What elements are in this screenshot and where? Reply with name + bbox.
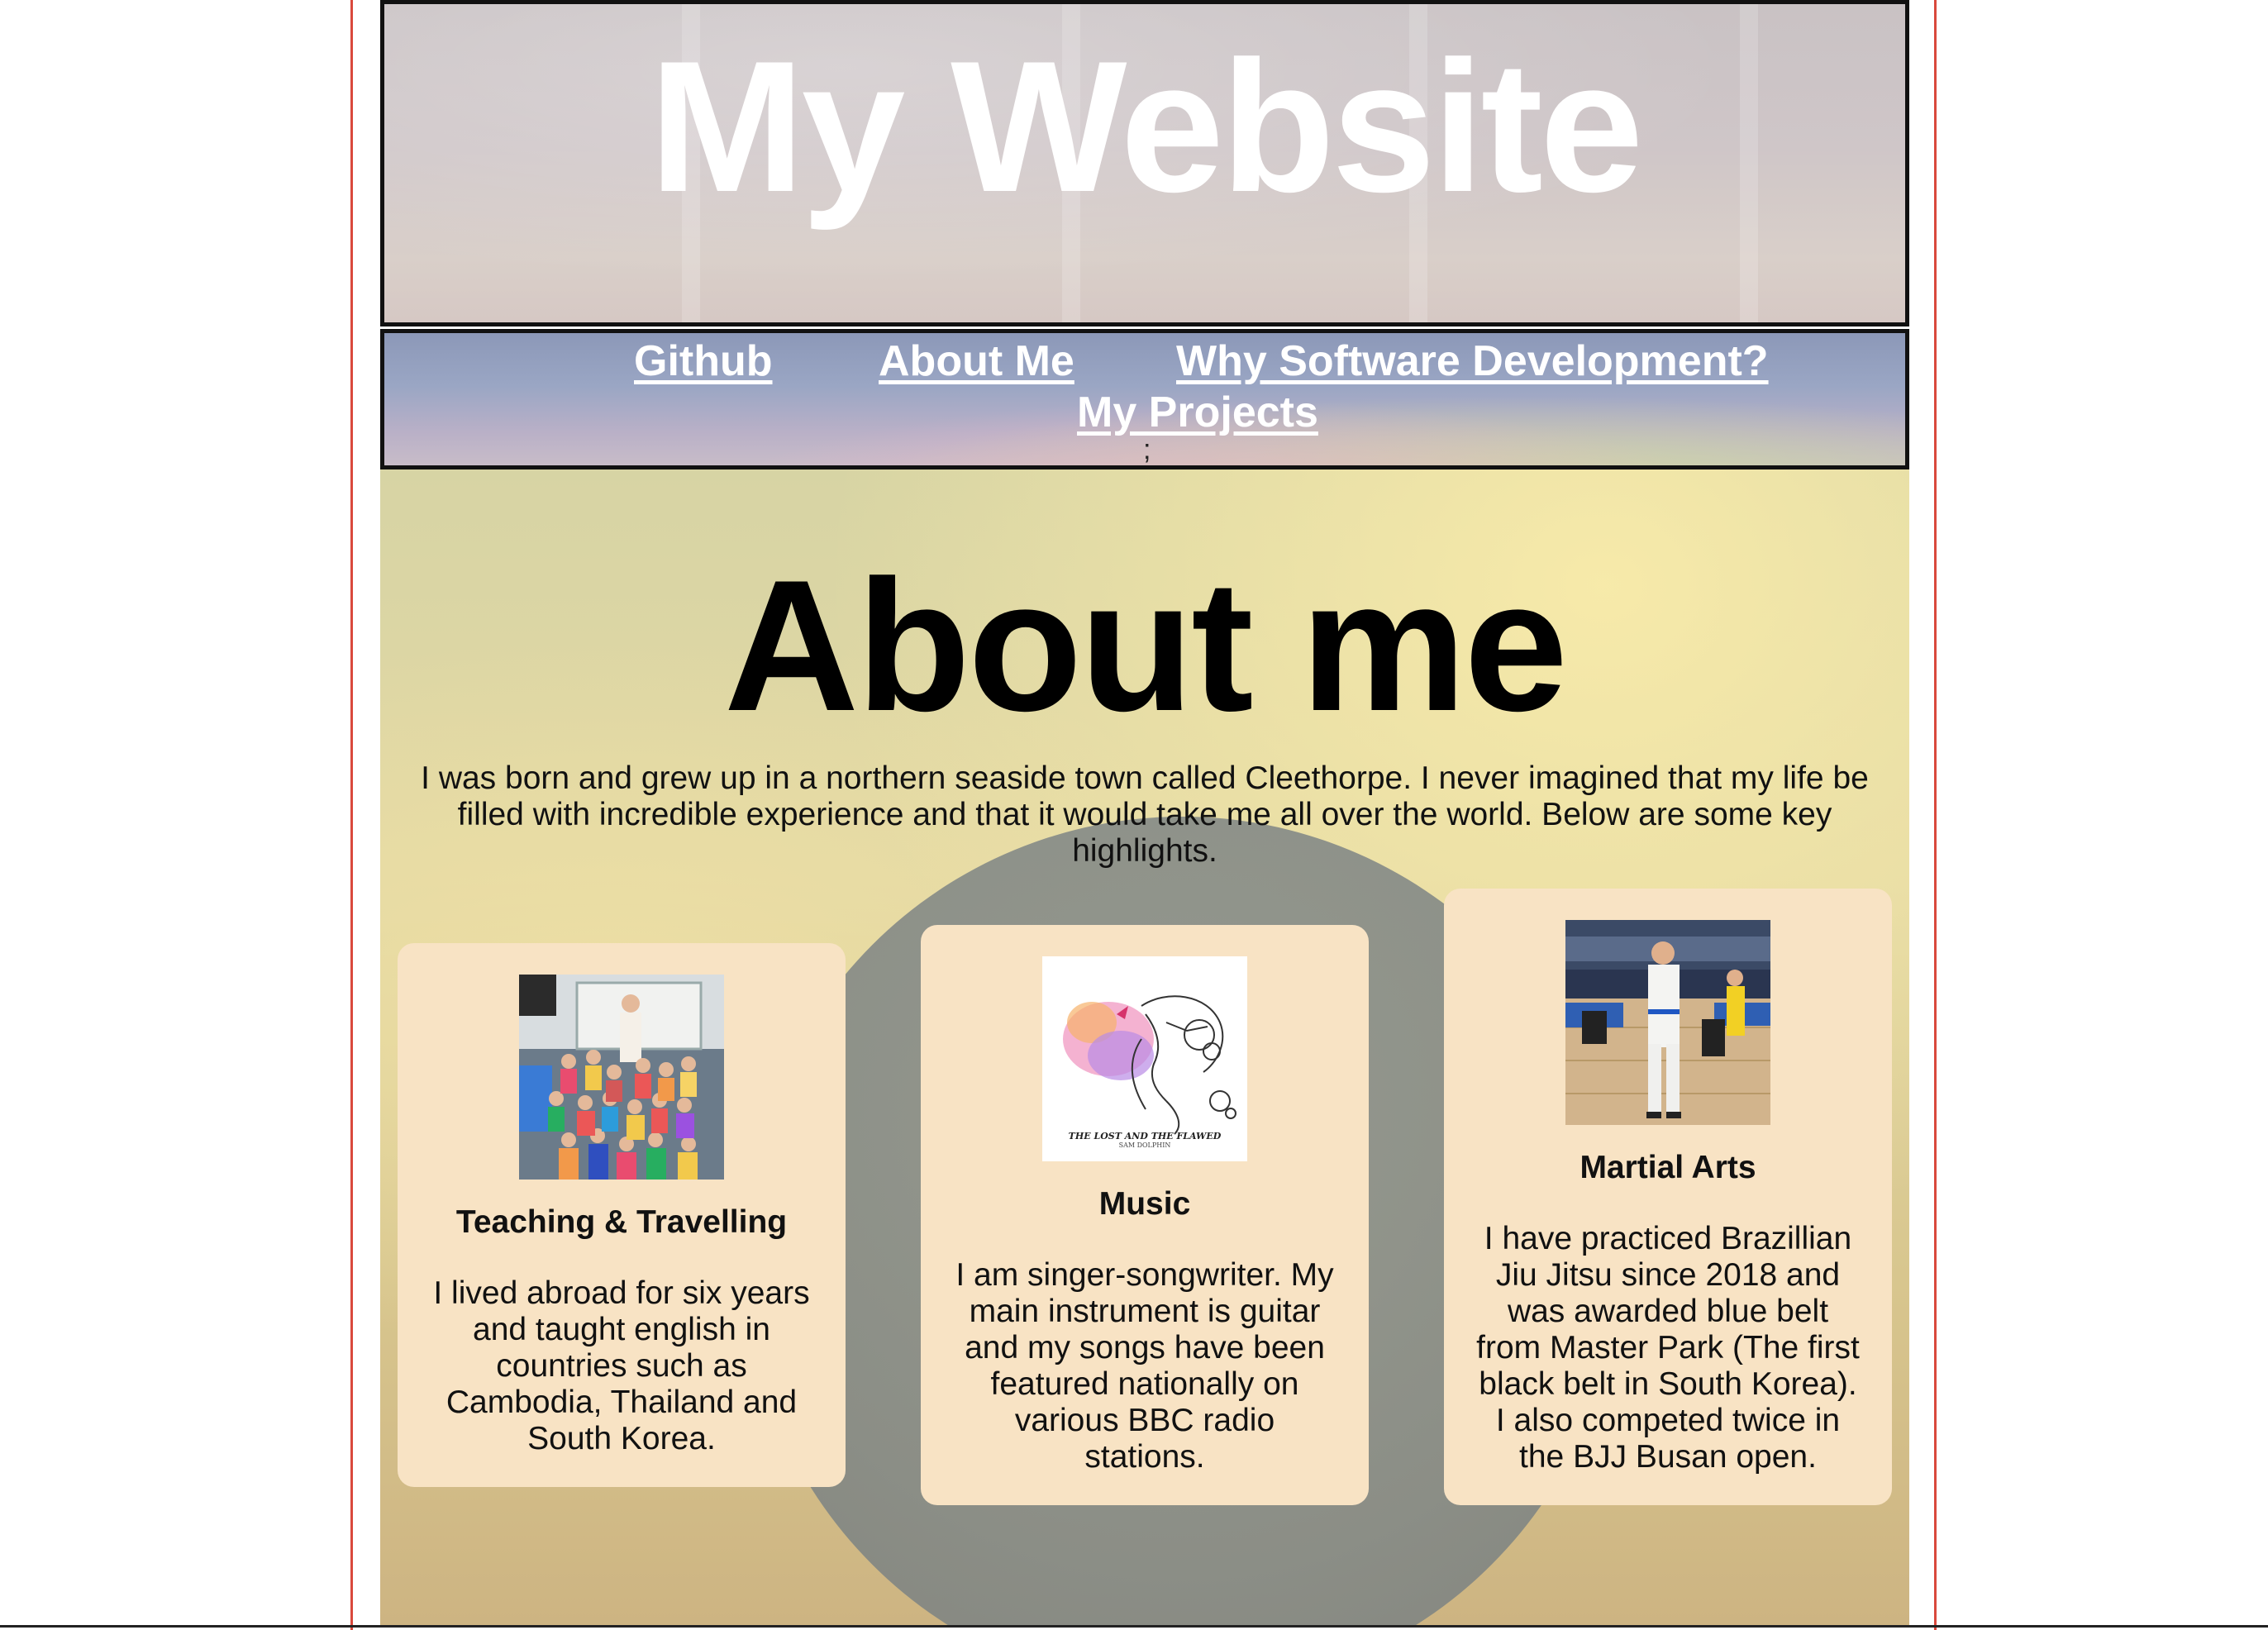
page-container: My Website Github About Me Why Software …: [380, 0, 1909, 1627]
card-heading: Music: [1098, 1186, 1191, 1222]
nav-link-why-software-development[interactable]: Why Software Development?: [1176, 336, 1769, 386]
nav-link-my-projects[interactable]: My Projects: [1077, 388, 1318, 437]
site-header: My Website: [380, 0, 1909, 326]
album-artist: SAM DOLPHIN: [1118, 1141, 1171, 1149]
about-title: About me: [723, 541, 1568, 750]
card-teaching-travelling: Teaching & Travelling I lived abroad for…: [398, 943, 846, 1487]
card-martial-arts: Martial Arts I have practiced Brazillian…: [1444, 889, 1892, 1505]
nav-link-about-me[interactable]: About Me: [879, 336, 1074, 386]
left-border-line: [350, 0, 353, 1630]
site-title: My Website: [649, 21, 1643, 231]
card-music: THE LOST AND THE FLAWED SAM DOLPHIN Musi…: [921, 925, 1369, 1505]
card-text: I am singer-songwriter. My main instrume…: [955, 1257, 1334, 1475]
nav-link-github[interactable]: Github: [634, 336, 773, 386]
nav-stray-semicolon: ;: [1143, 434, 1151, 465]
card-heading: Martial Arts: [1580, 1150, 1756, 1185]
main-nav: Github About Me Why Software Development…: [380, 329, 1909, 469]
right-border-line: [1934, 0, 1937, 1630]
card-text: I have practiced Brazillian Jiu Jitsu si…: [1476, 1221, 1860, 1475]
album-caption: THE LOST AND THE FLAWED: [1068, 1131, 1222, 1141]
classroom-photo: [519, 975, 724, 1180]
album-cover: THE LOST AND THE FLAWED SAM DOLPHIN: [1042, 956, 1247, 1161]
card-text: I lived abroad for six years and taught …: [433, 1275, 810, 1456]
bjj-tournament-photo: [1565, 920, 1770, 1125]
about-intro: I was born and grew up in a northern sea…: [421, 760, 1869, 869]
card-heading: Teaching & Travelling: [455, 1204, 788, 1240]
about-section: About me I was born and grew up in a nor…: [380, 469, 1909, 1627]
bottom-rule: [0, 1625, 2268, 1628]
